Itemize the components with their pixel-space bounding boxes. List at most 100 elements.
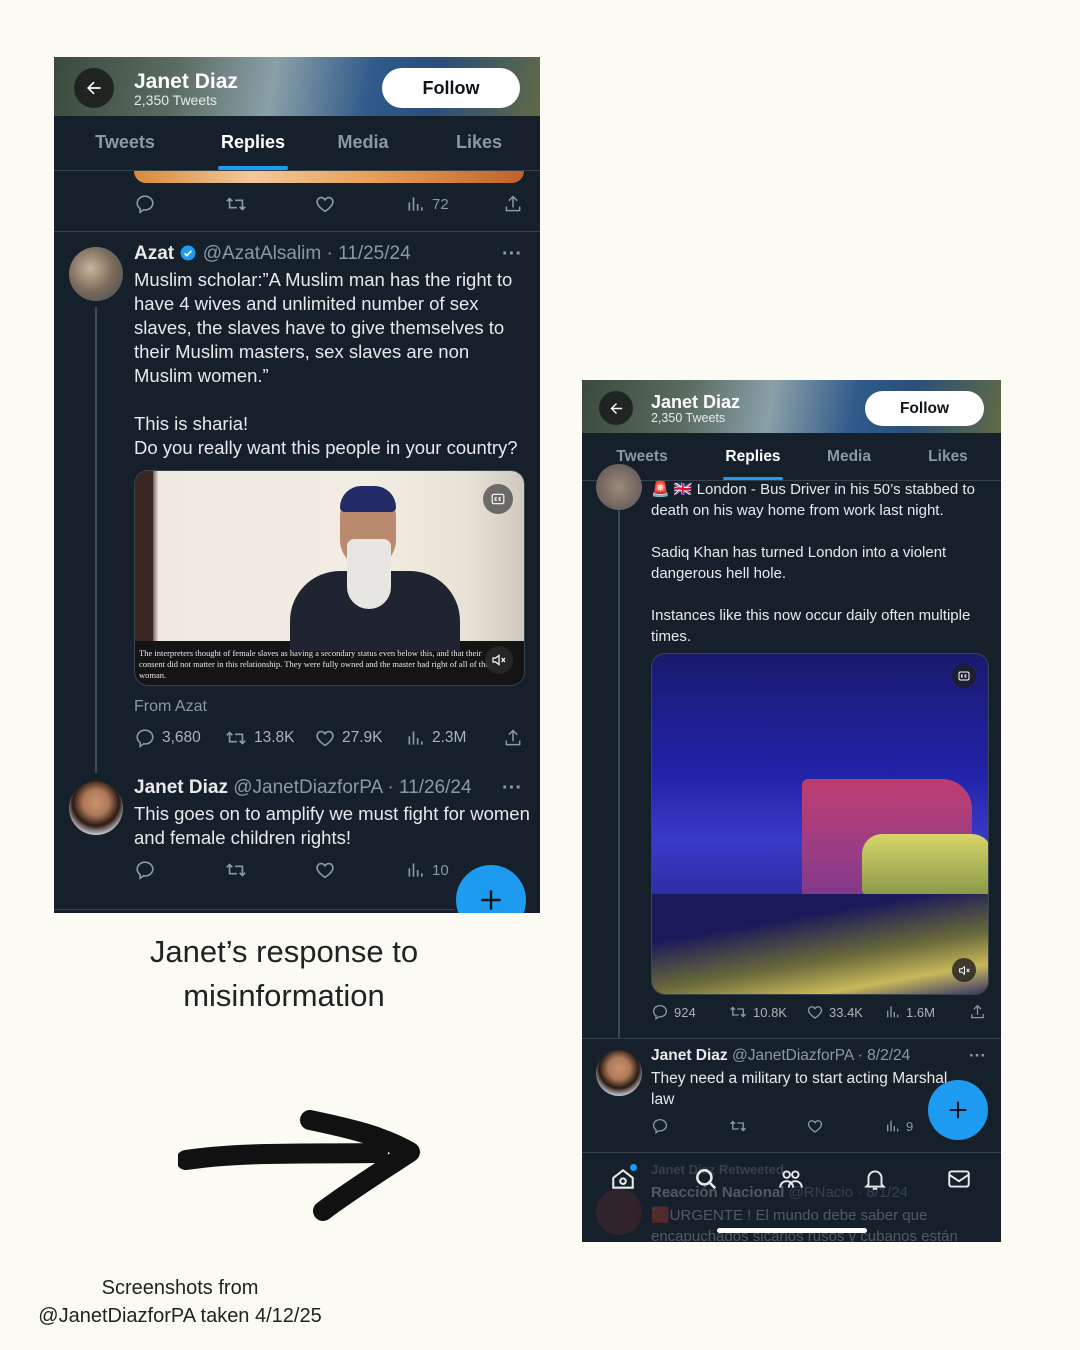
- heart-icon: [316, 196, 334, 213]
- compose-button[interactable]: [928, 1080, 988, 1140]
- source-note: Screenshots from @JanetDiazforPA taken 4…: [38, 1277, 322, 1327]
- reply-button[interactable]: [134, 859, 156, 881]
- author-name[interactable]: Janet Diaz: [134, 777, 228, 798]
- nav-messages[interactable]: [946, 1166, 972, 1197]
- tab-replies[interactable]: Replies: [711, 448, 795, 466]
- tweet-header: Janet Diaz @JanetDiazforPA · 11/26/24: [134, 777, 472, 799]
- thread-line: [618, 510, 620, 1038]
- retweet-count: 13.8K: [254, 729, 295, 746]
- more-icon[interactable]: ···: [502, 243, 522, 266]
- tab-tweets[interactable]: Tweets: [600, 448, 684, 466]
- retweet-icon: [226, 197, 246, 211]
- avatar[interactable]: [596, 464, 642, 510]
- handle-date: @JanetDiazforPA · 8/2/24: [731, 1047, 911, 1064]
- avatar[interactable]: [69, 781, 123, 835]
- retweet-icon: [226, 731, 246, 745]
- reply-button[interactable]: [651, 1117, 669, 1135]
- retweet-button[interactable]: 10.8K: [728, 1003, 787, 1021]
- compose-button[interactable]: [456, 865, 526, 913]
- views-button[interactable]: 9: [885, 1117, 913, 1135]
- views-count: 9: [906, 1118, 914, 1134]
- author-name[interactable]: Janet Diaz: [651, 1047, 728, 1064]
- tweet-video[interactable]: The interpreters thought of female slave…: [134, 470, 525, 686]
- share-icon: [971, 1004, 984, 1019]
- views-count: 10: [432, 861, 449, 879]
- back-button[interactable]: [599, 391, 633, 425]
- tab-replies[interactable]: Replies: [204, 132, 302, 153]
- caption: Janet’s response to misinformation: [149, 934, 419, 1013]
- tweet-text: This goes on to amplify we must fight fo…: [134, 803, 530, 848]
- tweet-text: They need a military to start acting Mar…: [651, 1070, 948, 1108]
- previous-tweet-image: [134, 171, 524, 183]
- nav-home[interactable]: [610, 1164, 637, 1197]
- profile-header: Janet Diaz 2,350 Tweets Follow: [54, 57, 540, 116]
- retweet-icon: [730, 1120, 746, 1132]
- bell-icon: [863, 1170, 887, 1190]
- views-icon: [887, 1120, 899, 1132]
- retweet-button[interactable]: [728, 1117, 748, 1135]
- tab-media[interactable]: Media: [314, 132, 412, 153]
- retweet-button[interactable]: [224, 859, 248, 881]
- avatar[interactable]: [596, 1050, 642, 1096]
- tab-media[interactable]: Media: [807, 448, 891, 466]
- verified-icon: [180, 245, 196, 261]
- handle-date: @JanetDiazforPA · 11/26/24: [233, 777, 472, 798]
- views-button[interactable]: 2.3M: [406, 727, 466, 749]
- nav-notifications[interactable]: [862, 1166, 888, 1197]
- mute-button[interactable]: [952, 958, 976, 982]
- retweet-button[interactable]: [224, 193, 248, 215]
- reply-button[interactable]: 924: [651, 1003, 696, 1021]
- tweet-count: 2,350 Tweets: [134, 92, 218, 108]
- tab-tweets[interactable]: Tweets: [76, 132, 174, 153]
- views-button[interactable]: 72: [406, 193, 449, 215]
- video-person-cap: [340, 486, 396, 512]
- reply-icon: [136, 195, 154, 214]
- like-button[interactable]: 27.9K: [314, 727, 383, 749]
- like-button[interactable]: [806, 1117, 824, 1135]
- back-button[interactable]: [74, 68, 114, 108]
- views-button[interactable]: 10: [406, 859, 449, 881]
- from-label: From Azat: [134, 698, 207, 715]
- handle-date: @AzatAlsalim · 11/25/24: [202, 243, 411, 264]
- share-icon: [505, 729, 521, 746]
- like-button[interactable]: 33.4K: [806, 1003, 863, 1021]
- views-icon: [887, 1006, 899, 1018]
- nav-communities[interactable]: [778, 1166, 804, 1197]
- more-icon[interactable]: ···: [969, 1046, 986, 1066]
- retweet-button[interactable]: 13.8K: [224, 727, 295, 749]
- follow-button[interactable]: Follow: [865, 391, 984, 426]
- video-police-car: [862, 834, 988, 894]
- captions-button[interactable]: [483, 484, 513, 514]
- heart-icon: [807, 1120, 823, 1133]
- avatar[interactable]: [69, 247, 123, 301]
- views-icon: [408, 863, 423, 877]
- reply-button[interactable]: [134, 193, 156, 215]
- heart-icon: [316, 730, 334, 747]
- views-button[interactable]: 1.6M: [885, 1003, 935, 1021]
- reply-count: 924: [674, 1004, 696, 1020]
- tweet-video[interactable]: [651, 653, 989, 995]
- tab-likes[interactable]: Likes: [906, 448, 990, 466]
- follow-button[interactable]: Follow: [382, 68, 520, 108]
- reply-button[interactable]: 3,680: [134, 727, 201, 749]
- share-button[interactable]: [969, 1003, 986, 1021]
- tweet-header: Azat @AzatAlsalim · 11/25/24: [134, 243, 411, 265]
- divider: [54, 231, 540, 232]
- retweet-icon: [226, 863, 246, 877]
- home-indicator: [717, 1228, 867, 1233]
- captions-button[interactable]: [952, 664, 976, 688]
- heart-icon: [316, 862, 334, 879]
- tab-likes[interactable]: Likes: [430, 132, 528, 153]
- like-button[interactable]: [314, 859, 336, 881]
- nav-search[interactable]: [693, 1166, 719, 1197]
- left-screenshot: Janet Diaz 2,350 Tweets Follow Tweets Re…: [54, 57, 540, 913]
- mute-button[interactable]: [485, 646, 513, 674]
- video-door: [135, 471, 153, 641]
- share-button[interactable]: [503, 193, 523, 215]
- share-button[interactable]: [503, 727, 523, 749]
- captions-icon: [491, 493, 505, 505]
- profile-header: Janet Diaz 2,350 Tweets Follow: [582, 380, 1001, 433]
- author-name[interactable]: Azat: [134, 243, 174, 264]
- like-button[interactable]: [314, 193, 336, 215]
- more-icon[interactable]: ···: [502, 777, 522, 800]
